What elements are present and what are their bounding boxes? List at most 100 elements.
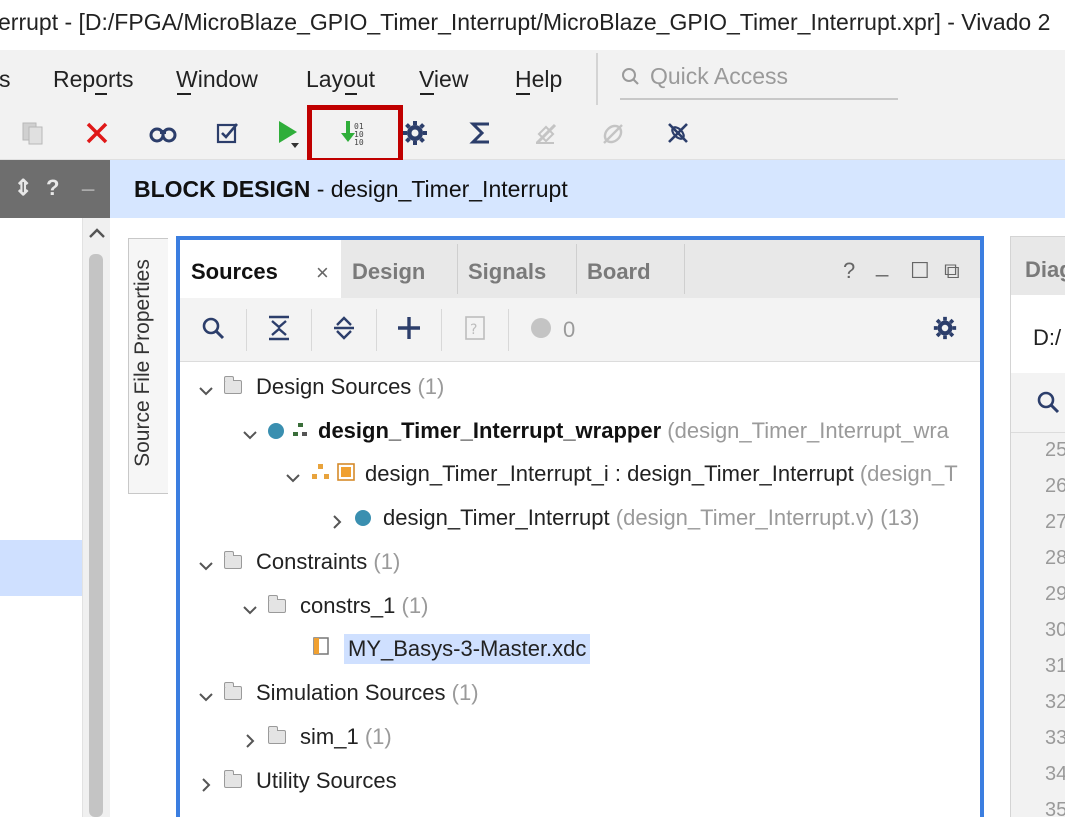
window-title-bar: errupt - [D:/FPGA/MicroBlaze_GPIO_Timer_… — [0, 0, 1065, 50]
report-button[interactable] — [461, 112, 501, 154]
debug-button-3[interactable] — [658, 112, 698, 154]
binoculars-icon — [149, 122, 177, 144]
chevron-down-icon[interactable] — [285, 466, 301, 483]
left-panel-selected-row[interactable] — [0, 540, 82, 596]
checkbox-icon — [215, 120, 241, 146]
folder-icon — [267, 726, 286, 744]
tab-design[interactable]: Design — [341, 240, 457, 298]
tree-item-design-sources[interactable]: Design Sources (1) — [198, 369, 444, 405]
panel-help-button[interactable]: ? — [843, 258, 855, 284]
debug-button-2[interactable] — [593, 112, 633, 154]
folder-icon — [223, 682, 242, 700]
menu-help[interactable]: Help — [515, 66, 562, 93]
chevron-up-icon[interactable] — [87, 224, 107, 249]
tree-item-sim-1[interactable]: sim_1 (1) — [242, 719, 392, 755]
delete-button[interactable] — [77, 112, 117, 154]
left-panel-help-button[interactable]: ? — [46, 175, 59, 201]
line-number-gutter: 25 26 27 28 29 30 31 32 33 34 35 — [1011, 433, 1065, 817]
expand-all-icon — [331, 314, 357, 347]
run-button[interactable] — [268, 112, 308, 154]
search-icon[interactable] — [1035, 389, 1061, 420]
settings-button[interactable] — [395, 112, 435, 154]
search-icon — [200, 315, 226, 346]
chevron-down-icon[interactable] — [198, 554, 214, 571]
tree-item-wrapper[interactable]: design_Timer_Interrupt_wrapper (design_T… — [242, 413, 978, 449]
unknown-source-button[interactable]: ? — [464, 312, 486, 348]
left-panel-scrollbar[interactable] — [82, 218, 110, 817]
sources-toolbar — [180, 298, 980, 362]
menu-tools[interactable]: s — [0, 66, 11, 93]
debug-button-1[interactable] — [526, 112, 566, 154]
toolbar-separator — [376, 309, 377, 351]
tab-diagram[interactable]: Diag — [1011, 237, 1065, 295]
chevron-down-icon[interactable] — [242, 423, 258, 440]
close-icon — [84, 120, 110, 146]
chevron-right-icon[interactable] — [329, 510, 345, 529]
tree-item-xdc[interactable]: MY_Basys-3-Master.xdc — [312, 631, 591, 667]
validate-button[interactable] — [208, 112, 248, 154]
tree-item-count: (1) — [373, 549, 401, 574]
add-sources-button[interactable] — [396, 312, 422, 348]
line-number: 28 — [1045, 547, 1065, 569]
sources-settings-button[interactable] — [932, 312, 958, 348]
copy-button[interactable] — [13, 112, 53, 154]
collapse-all-button[interactable] — [266, 312, 292, 348]
tree-item-label: design_Timer_Interrupt_wrapper — [318, 418, 662, 443]
quick-access-search[interactable]: Quick Access — [620, 62, 898, 100]
panel-minimize-button[interactable]: _ — [876, 252, 888, 278]
tab-sources[interactable]: Sources × — [180, 240, 341, 298]
circle-icon — [529, 316, 553, 345]
chevron-right-icon[interactable] — [242, 729, 258, 748]
sources-search-button[interactable] — [200, 312, 226, 348]
tree-item-label: design_Timer_Interrupt — [383, 505, 610, 530]
tree-item-label: Simulation Sources — [256, 680, 446, 705]
menu-view[interactable]: View — [419, 66, 468, 93]
block-design-icon — [311, 461, 331, 487]
chevron-down-icon[interactable] — [242, 598, 258, 615]
tree-item-instance[interactable]: design_Timer_Interrupt_i : design_Timer_… — [285, 456, 978, 492]
left-panel-body — [0, 218, 82, 817]
line-number: 29 — [1045, 583, 1065, 605]
tree-item-constrs-1[interactable]: constrs_1 (1) — [242, 588, 428, 624]
folder-icon — [223, 551, 242, 569]
expand-all-button[interactable] — [331, 312, 357, 348]
tab-diagram-label: Diag — [1025, 257, 1065, 282]
scrollbar-thumb[interactable] — [89, 254, 103, 817]
left-panel-restore-button[interactable]: ⇕ — [14, 175, 32, 201]
find-button[interactable] — [143, 112, 183, 154]
debug-icon — [664, 119, 692, 147]
chevron-down-icon[interactable] — [198, 379, 214, 396]
tree-item-simulation[interactable]: Simulation Sources (1) — [198, 675, 479, 711]
tree-item-utility[interactable]: Utility Sources — [198, 763, 397, 799]
left-panel-minimize-button[interactable]: _ — [82, 168, 94, 194]
diagram-toolbar — [1011, 373, 1065, 433]
gear-icon — [932, 315, 958, 346]
menu-view-label: View — [419, 66, 469, 92]
constraint-file-icon — [312, 636, 330, 662]
panel-float-button[interactable]: ⧉ — [944, 258, 960, 284]
tree-item-detail: (design_Timer_Interrupt.v) — [615, 505, 875, 530]
close-icon[interactable]: × — [316, 260, 329, 286]
menu-window-label: Window — [176, 66, 258, 92]
menu-reports[interactable]: Reports — [53, 66, 134, 93]
chevron-right-icon[interactable] — [198, 773, 214, 792]
tree-item-count: (1) — [417, 374, 445, 399]
plus-icon — [396, 315, 422, 346]
menu-window[interactable]: Window — [176, 66, 258, 93]
chevron-down-icon[interactable] — [198, 685, 214, 702]
source-dot-icon — [355, 510, 371, 526]
tree-item-verilog[interactable]: design_Timer_Interrupt (design_Timer_Int… — [329, 500, 919, 536]
tab-signals[interactable]: Signals — [458, 240, 576, 298]
svg-text:?: ? — [470, 322, 477, 338]
panel-maximize-button[interactable]: ☐ — [910, 258, 930, 284]
diagram-panel: Diag D:/ 25 26 27 28 29 30 31 32 33 34 3… — [1010, 236, 1065, 817]
quick-access-placeholder: Quick Access — [650, 63, 789, 89]
tab-board[interactable]: Board — [577, 240, 684, 298]
tree-item-constraints[interactable]: Constraints (1) — [198, 544, 400, 580]
play-icon — [273, 117, 303, 149]
highlight-box — [307, 105, 403, 163]
collapse-all-icon — [266, 314, 292, 347]
toolbar-separator — [246, 309, 247, 351]
tab-source-file-properties[interactable]: Source File Properties — [128, 238, 168, 494]
menu-layout[interactable]: Layout — [306, 66, 375, 93]
